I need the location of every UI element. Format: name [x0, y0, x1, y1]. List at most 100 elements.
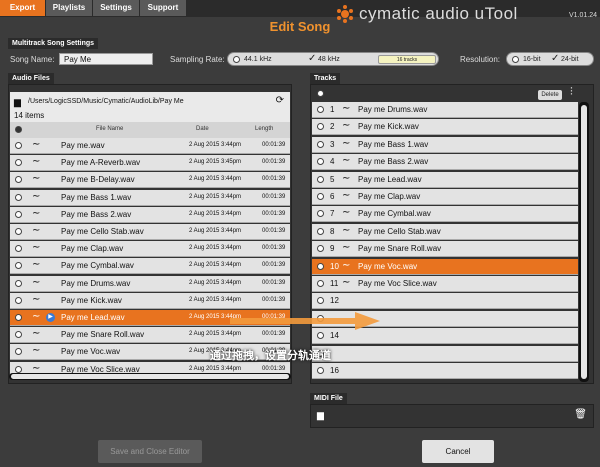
track-row[interactable]: 2 ∼ Pay me Kick.wav: [312, 119, 578, 136]
track-list-scroll-thumb[interactable]: [581, 105, 587, 379]
tab-support[interactable]: Support: [140, 0, 187, 16]
file-row-radio[interactable]: [15, 193, 22, 201]
file-row-radio[interactable]: [15, 314, 22, 321]
resolution-24-check-icon[interactable]: ✓: [551, 53, 559, 64]
file-length: 00:01:39: [262, 245, 286, 252]
file-row[interactable]: ∼ Pay me Drums.wav 2 Aug 2015 3:44pm 00:01:…: [10, 275, 290, 292]
track-row-radio[interactable]: [317, 297, 324, 305]
song-name-label: Song Name:: [10, 55, 55, 64]
track-row[interactable]: 4 ∼ Pay me Bass 2.wav: [312, 154, 578, 171]
tab-settings[interactable]: Settings: [93, 0, 140, 16]
resolution-16-radio[interactable]: [512, 56, 519, 63]
track-row[interactable]: 12: [312, 293, 578, 310]
file-row[interactable]: ∼ Pay me Clap.wav 2 Aug 2015 3:44pm 00:01:3…: [10, 241, 290, 258]
col-date[interactable]: Date: [196, 126, 209, 132]
multitrack-section-label: Multitrack Song Settings: [8, 38, 99, 49]
file-name: Pay me Clap.wav: [61, 244, 124, 254]
file-name: Pay me Drums.wav: [61, 278, 131, 288]
file-row-radio[interactable]: [15, 296, 22, 304]
track-name: Pay me Cymbal.wav: [358, 209, 431, 219]
trash-icon[interactable]: 🗑: [574, 409, 587, 420]
track-row-radio[interactable]: [317, 175, 324, 183]
track-row-radio[interactable]: [317, 367, 324, 374]
track-row-radio[interactable]: [317, 280, 324, 287]
file-row-radio[interactable]: [15, 228, 22, 235]
folder-icon[interactable]: ▆: [14, 97, 21, 108]
track-row[interactable]: 9 ∼ Pay me Snare Roll.wav: [312, 241, 578, 258]
track-row-radio[interactable]: [317, 245, 324, 253]
track-row[interactable]: 1 ∼ Pay me Drums.wav: [312, 102, 578, 118]
file-name: Pay me Cymbal.wav: [61, 261, 134, 271]
tab-playlists[interactable]: Playlists: [46, 0, 93, 16]
file-row-radio[interactable]: [15, 142, 22, 149]
delete-button[interactable]: Delete: [538, 90, 562, 100]
track-number: 12: [330, 296, 339, 306]
waveform-icon: ∼: [342, 103, 351, 114]
file-name: Pay me Bass 2.wav: [61, 209, 132, 219]
waveform-icon: ∼: [342, 155, 351, 167]
col-length[interactable]: Length: [255, 126, 273, 132]
col-file-name[interactable]: File Name: [96, 126, 123, 132]
file-row[interactable]: ∼ Pay me Bass 2.wav 2 Aug 2015 3:44pm 00:01…: [10, 206, 290, 223]
item-count: 14 items: [14, 111, 45, 120]
cancel-button[interactable]: Cancel: [422, 440, 494, 463]
tracks-select-all-radio[interactable]: [317, 90, 324, 97]
file-row-radio[interactable]: [15, 210, 22, 218]
track-row[interactable]: 3 ∼ Pay me Bass 1.wav: [312, 136, 578, 153]
track-row[interactable]: 6 ∼ Pay me Clap.wav: [312, 189, 578, 205]
tab-export[interactable]: Export: [0, 0, 46, 16]
track-row-radio[interactable]: [317, 262, 324, 270]
song-name-input[interactable]: [59, 53, 153, 65]
midi-folder-icon[interactable]: ▆: [317, 410, 324, 421]
file-row[interactable]: ∼ Pay me B-Delay.wav 2 Aug 2015 3:44pm 00:0…: [10, 172, 290, 189]
track-row-radio[interactable]: [317, 193, 324, 200]
track-row-radio[interactable]: [317, 332, 324, 340]
track-row[interactable]: 10 ∼ Pay me Voc.wav: [312, 258, 578, 275]
file-row[interactable]: ∼ Pay me Bass 1.wav 2 Aug 2015 3:44pm 00:01…: [10, 189, 290, 206]
track-row[interactable]: 8 ∼ Pay me Cello Stab.wav: [312, 223, 578, 240]
track-row-radio[interactable]: [317, 210, 324, 218]
track-row-radio[interactable]: [317, 106, 324, 113]
track-row[interactable]: 16: [312, 363, 578, 379]
track-row[interactable]: 5 ∼ Pay me Lead.wav: [312, 171, 578, 188]
file-length: 00:01:39: [262, 176, 286, 183]
file-length: 00:01:39: [262, 142, 286, 148]
file-list-scroll-thumb[interactable]: [11, 374, 289, 379]
folder-path: /Users/LogicSSD/Music/Cymatic/AudioLib/P…: [28, 98, 184, 105]
sampling-44-radio[interactable]: [233, 56, 240, 63]
file-row[interactable]: ∼ Pay me Kick.wav 2 Aug 2015 3:44pm 00:01:3…: [10, 292, 290, 309]
play-icon[interactable]: ▶: [46, 313, 55, 322]
file-row-radio[interactable]: [15, 279, 22, 287]
track-row[interactable]: 7 ∼ Pay me Cymbal.wav: [312, 206, 578, 223]
track-row-radio[interactable]: [317, 227, 324, 235]
file-row[interactable]: ∼ Pay me Cymbal.wav 2 Aug 2015 3:44pm 00:01…: [10, 258, 290, 275]
sampling-48-check-icon[interactable]: ✓: [308, 53, 316, 64]
track-row[interactable]: 11 ∼ Pay me Voc Slice.wav: [312, 276, 578, 292]
refresh-icon[interactable]: ⟳: [276, 95, 284, 106]
waveform-icon: ∼: [32, 173, 41, 185]
file-row-radio[interactable]: [15, 331, 22, 339]
file-row-radio[interactable]: [15, 262, 22, 270]
track-row-radio[interactable]: [317, 123, 324, 131]
track-number: 8: [330, 226, 335, 236]
mixer-icon[interactable]: ⫶: [570, 86, 573, 99]
file-list-scrollbar[interactable]: [9, 373, 291, 380]
file-row-radio[interactable]: [15, 348, 22, 356]
track-list-scrollbar[interactable]: [579, 102, 589, 382]
file-row[interactable]: ∼ Pay me Cello Stab.wav 2 Aug 2015 3:44pm 0…: [10, 224, 290, 240]
file-row-radio[interactable]: [15, 159, 22, 167]
track-row-radio[interactable]: [317, 158, 324, 166]
waveform-icon: ∼: [342, 259, 351, 271]
file-row[interactable]: ∼ Pay me A-Reverb.wav 2 Aug 2015 3:45pm 00:…: [10, 155, 290, 172]
file-row[interactable]: ∼ Pay me.wav 2 Aug 2015 3:44pm 00:01:39: [10, 138, 290, 154]
track-number: 16: [330, 366, 339, 375]
save-close-button[interactable]: Save and Close Editor: [98, 440, 202, 463]
track-row-radio[interactable]: [317, 140, 324, 148]
track-row[interactable]: [312, 345, 578, 362]
file-row-radio[interactable]: [15, 365, 22, 373]
file-row-radio[interactable]: [15, 245, 22, 253]
track-row[interactable]: 14: [312, 328, 578, 345]
file-row-radio[interactable]: [15, 176, 22, 184]
file-length: 00:01:39: [262, 193, 286, 200]
select-all-radio[interactable]: [15, 126, 22, 133]
